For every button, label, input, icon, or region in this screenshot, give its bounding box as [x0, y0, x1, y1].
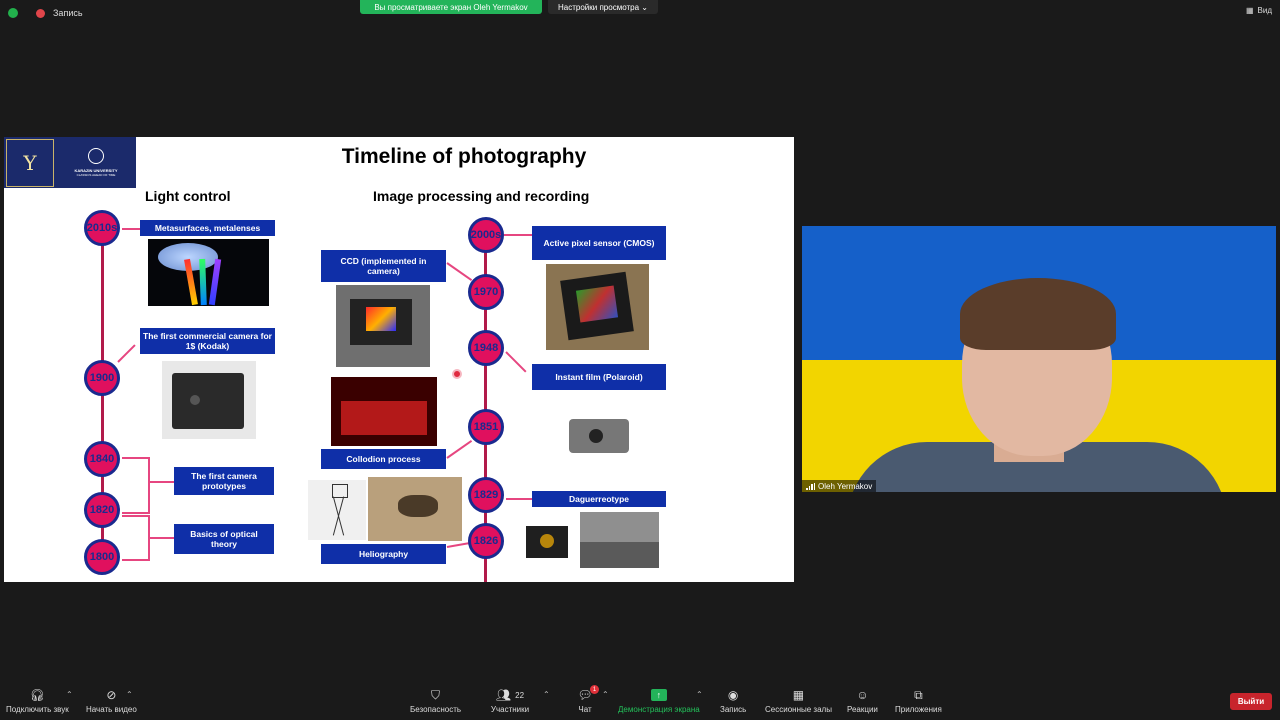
year-1826: 1826 — [468, 523, 504, 559]
section-light-control: Light control — [145, 188, 231, 204]
video-options-caret[interactable]: ⌃ — [126, 690, 133, 699]
audio-options-caret[interactable]: ⌃ — [66, 690, 73, 699]
participants-options-caret[interactable]: ⌃ — [543, 690, 550, 699]
chat-label: Чат — [578, 705, 592, 714]
shield-icon: ⛉ — [431, 687, 441, 702]
daguerreotype-camera-image — [522, 522, 574, 562]
collodion-process-image — [331, 377, 437, 446]
reactions-label: Реакции — [847, 705, 878, 714]
year-2000s: 2000s — [468, 217, 504, 253]
label-polaroid: Instant film (Polaroid) — [532, 364, 666, 390]
sharing-banner: Вы просматриваете экран Oleh Yermakov — [360, 0, 542, 14]
year-1948: 1948 — [468, 330, 504, 366]
year-1851: 1851 — [468, 409, 504, 445]
recording-label: Запись — [53, 8, 83, 18]
chat-badge: 1 — [590, 685, 599, 694]
view-options-button[interactable]: Настройки просмотра ⌄ — [548, 0, 658, 14]
seal-icon — [88, 148, 104, 164]
label-ccd: CCD (implemented in camera) — [321, 250, 446, 282]
crest-icon: Y — [6, 139, 54, 187]
section-image-processing: Image processing and recording — [373, 188, 590, 204]
share-options-caret[interactable]: ⌃ — [696, 690, 703, 699]
view-options-label: Настройки просмотра — [558, 2, 640, 12]
record-button[interactable]: ◉ Запись — [720, 688, 746, 714]
chat-icon: 💬︎ 1 — [576, 685, 599, 702]
smiley-icon: ☺ — [856, 688, 869, 702]
label-daguerreotype: Daguerreotype — [532, 491, 666, 507]
breakout-rooms-icon: ▦ — [792, 688, 805, 702]
label-kodak: The first commercial camera for 1$ (Koda… — [140, 328, 275, 354]
daguerreotype-photo-image — [580, 512, 659, 568]
leave-button[interactable]: Выйти — [1230, 693, 1272, 710]
label-optical: Basics of optical theory — [174, 524, 274, 554]
slide-title: Timeline of photography — [341, 145, 587, 168]
signal-icon — [806, 482, 815, 490]
security-button[interactable]: ⛉ Безопасность — [410, 687, 462, 715]
headphones-icon: 🎧︎ — [29, 688, 45, 702]
cmos-sensor-image — [546, 264, 649, 350]
year-2010s: 2010s — [84, 210, 120, 246]
share-label: Демонстрация экрана — [618, 705, 700, 714]
apps-label: Приложения — [895, 705, 942, 714]
year-1970: 1970 — [468, 274, 504, 310]
grid-icon: ▦ — [1245, 6, 1254, 15]
breakout-rooms-button[interactable]: ▦ Сессионные залы — [765, 688, 832, 714]
share-screen-icon: ↑ — [650, 688, 668, 702]
record-label: Запись — [720, 705, 747, 714]
label-metasurfaces: Metasurfaces, metalenses — [140, 220, 275, 236]
year-1829: 1829 — [468, 477, 504, 513]
camera-tripod-image — [308, 480, 366, 540]
participants-count: 22 — [515, 690, 525, 700]
label-cmos: Active pixel sensor (CMOS) — [532, 226, 666, 260]
label-prototypes: The first camera prototypes — [174, 467, 274, 495]
university-logo: Y KARAZIN UNIVERSITY CLASSICS AHEAD OF T… — [4, 137, 136, 188]
heliography-image — [368, 477, 462, 541]
share-screen-button[interactable]: ↑ Демонстрация экрана — [618, 688, 700, 714]
kodak-camera-image — [162, 361, 256, 439]
year-1800: 1800 — [84, 539, 120, 575]
join-audio-button[interactable]: 🎧︎ Подключить звук — [6, 688, 69, 714]
year-1820: 1820 — [84, 492, 120, 528]
participant-name-tag: Oleh Yermakov — [802, 480, 877, 492]
recording-icon — [36, 8, 45, 18]
label-collodion: Collodion process — [321, 449, 446, 469]
year-1900: 1900 — [84, 360, 120, 396]
apps-button[interactable]: ⧉ Приложения — [895, 687, 942, 715]
participants-button[interactable]: 👥︎ 22 Участники — [490, 688, 530, 714]
security-shield-icon[interactable] — [8, 8, 18, 18]
label-heliography: Heliography — [321, 544, 446, 564]
camera-off-icon: ⊘ — [106, 688, 117, 702]
view-button[interactable]: ▦ Вид — [1246, 6, 1272, 15]
pointer-indicator — [452, 369, 462, 379]
participants-icon: 👥︎ 22 — [495, 688, 525, 702]
year-1840: 1840 — [84, 441, 120, 477]
audio-label: Подключить звук — [6, 705, 69, 714]
meeting-status: Запись — [8, 4, 83, 22]
logo-subtext: CLASSICS AHEAD OF TIME — [76, 173, 116, 177]
ccd-sensor-image — [336, 285, 430, 367]
metalens-image — [148, 239, 269, 306]
chat-options-caret[interactable]: ⌃ — [602, 690, 609, 699]
reactions-button[interactable]: ☺ Реакции — [847, 688, 878, 714]
view-label: Вид — [1257, 6, 1272, 15]
record-icon: ◉ — [727, 688, 739, 702]
chat-button[interactable]: 💬︎ 1 Чат — [576, 685, 599, 714]
shared-screen: Y KARAZIN UNIVERSITY CLASSICS AHEAD OF T… — [4, 137, 794, 582]
breakout-label: Сессионные залы — [765, 705, 832, 714]
participants-label: Участники — [490, 705, 530, 714]
video-label: Начать видео — [86, 705, 137, 714]
participant-name: Oleh Yermakov — [818, 481, 873, 491]
apps-icon: ⧉ — [914, 687, 923, 702]
security-label: Безопасность — [410, 705, 462, 714]
participant-video[interactable]: Oleh Yermakov — [802, 226, 1276, 492]
chevron-down-icon: ⌄ — [639, 2, 648, 12]
polaroid-camera-image — [559, 399, 648, 471]
